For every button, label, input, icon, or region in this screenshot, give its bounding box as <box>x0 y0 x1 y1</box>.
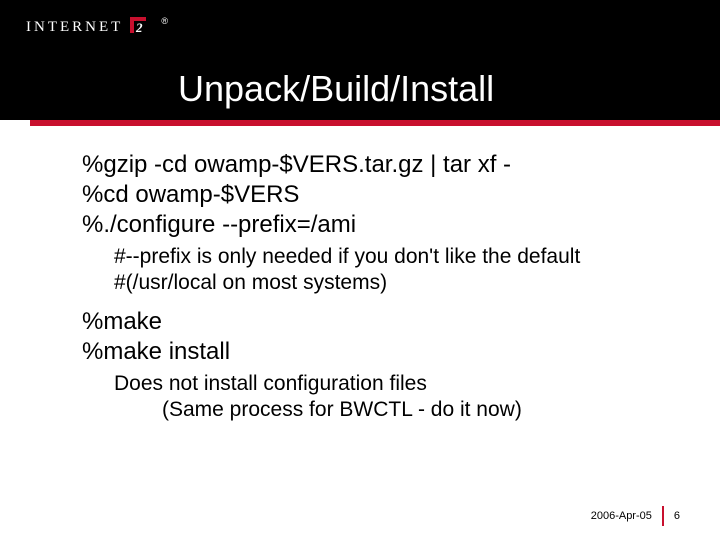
logo-text: INTERNET <box>26 19 123 36</box>
command-line: %make install <box>82 337 670 367</box>
command-line: %make <box>82 307 670 337</box>
command-line: %cd owamp-$VERS <box>82 180 670 210</box>
command-line: %./configure --prefix=/ami <box>82 210 670 240</box>
comment-text: #--prefix is only needed if you don't li… <box>114 245 580 268</box>
command-line: %gzip -cd owamp-$VERS.tar.gz | tar xf - <box>82 150 670 180</box>
slide-header: INTERNET 2 ® Unpack/Build/Install <box>0 0 720 120</box>
slide-footer: 2006-Apr-05 6 <box>591 506 680 526</box>
logo-digit: 2 <box>136 20 143 36</box>
logo-mark: 2 <box>130 17 146 33</box>
internet2-logo: INTERNET 2 ® <box>26 18 156 36</box>
comment-line: #--prefix is only needed if you don't li… <box>114 244 670 297</box>
footer-page-number: 6 <box>674 510 680 522</box>
slide-title: Unpack/Build/Install <box>178 68 494 110</box>
footer-date: 2006-Apr-05 <box>591 510 652 522</box>
slide-body: %gzip -cd owamp-$VERS.tar.gz | tar xf - … <box>0 126 720 423</box>
footer-separator <box>662 506 664 526</box>
registered-icon: ® <box>161 16 168 26</box>
info-line: Does not install configuration files <box>114 371 670 397</box>
comment-text: #(/usr/local on most systems) <box>114 271 387 294</box>
info-line: (Same process for BWCTL - do it now) <box>162 397 670 423</box>
